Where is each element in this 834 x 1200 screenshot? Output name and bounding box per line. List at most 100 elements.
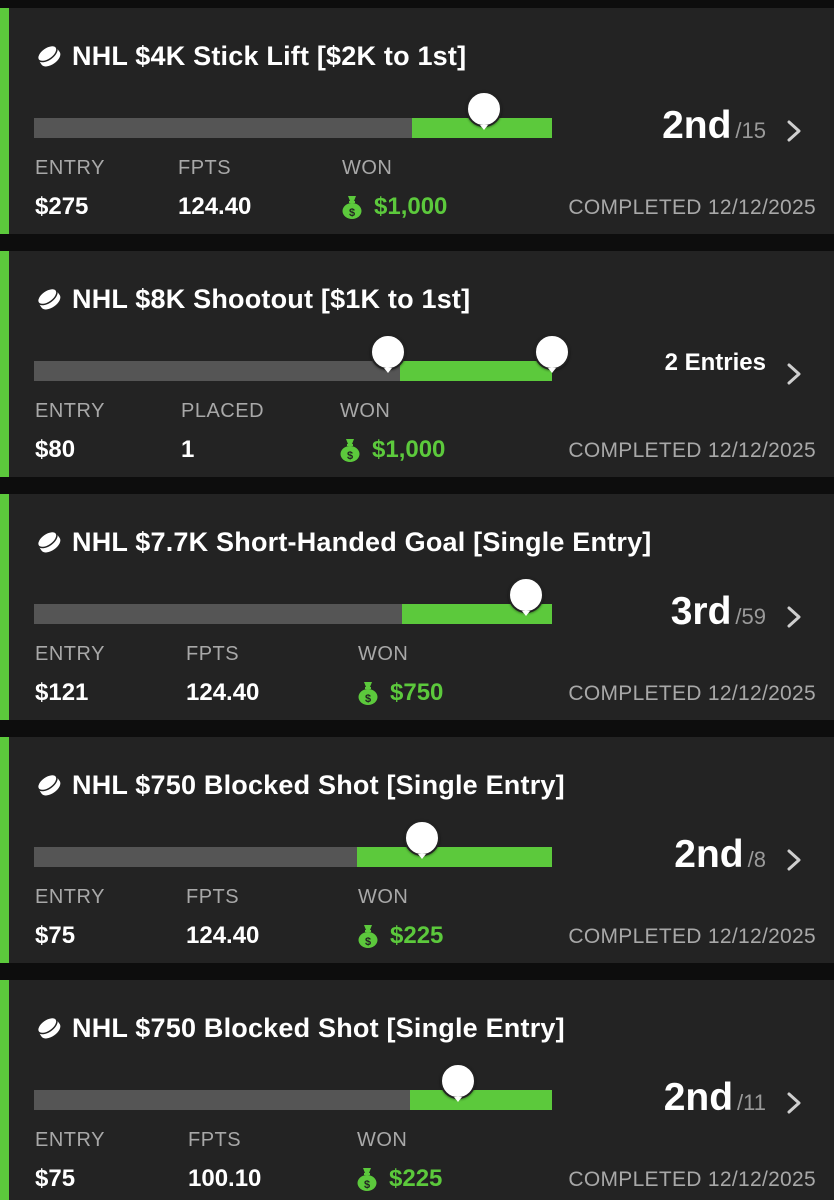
standings-progress-bar xyxy=(34,91,552,138)
fpts-value: 100.10 xyxy=(188,1165,262,1192)
contest-title: NHL $4K Stick Lift [$2K to 1st] xyxy=(72,40,467,71)
payout-zone xyxy=(400,361,552,381)
won-value-row: $ $750 xyxy=(358,679,443,707)
won-label: WON xyxy=(357,1129,408,1151)
won-stat: WON $ $1,000 xyxy=(340,400,445,464)
won-value: $750 xyxy=(390,679,444,706)
won-value: $225 xyxy=(390,922,444,949)
completed-date: COMPLETED 12/12/2025 xyxy=(568,682,816,705)
contest-card[interactable]: NHL $4K Stick Lift [$2K to 1st] 2nd /15 … xyxy=(0,8,834,234)
contest-title-row: NHL $750 Blocked Shot [Single Entry] xyxy=(36,1011,565,1045)
contest-title: NHL $750 Blocked Shot [Single Entry] xyxy=(72,1012,565,1043)
money-bag-icon: $ xyxy=(358,925,378,948)
entry-value: $275 xyxy=(35,193,89,220)
position-marker xyxy=(370,334,406,373)
fpts-label: FPTS xyxy=(188,1129,242,1151)
chevron-right-icon[interactable] xyxy=(786,119,802,143)
rank-place: 2nd xyxy=(674,833,744,876)
won-value: $225 xyxy=(389,1165,443,1192)
card-accent-bar xyxy=(0,494,9,720)
svg-text:$: $ xyxy=(365,693,371,705)
completed-date: COMPLETED 12/12/2025 xyxy=(568,439,816,462)
contest-title-row: NHL $8K Shootout [$1K to 1st] xyxy=(36,282,470,316)
rank-place: 3rd xyxy=(670,590,732,633)
fpts-value: 124.40 xyxy=(186,679,260,706)
contest-card[interactable]: NHL $750 Blocked Shot [Single Entry] 2nd… xyxy=(0,980,834,1200)
svg-text:$: $ xyxy=(364,1179,370,1191)
rank-display: 2nd /8 xyxy=(674,833,766,877)
completed-date: COMPLETED 12/12/2025 xyxy=(568,196,816,219)
won-value-row: $ $225 xyxy=(358,922,443,950)
won-label: WON xyxy=(342,157,393,179)
fpts-stat: FPTS 124.40 xyxy=(178,157,251,221)
card-accent-bar xyxy=(0,8,9,234)
money-bag-icon: $ xyxy=(342,196,362,219)
won-stat: WON $ $1,000 xyxy=(342,157,447,221)
chevron-right-icon[interactable] xyxy=(786,848,802,872)
money-bag-icon: $ xyxy=(340,439,360,462)
entry-stat: ENTRY $275 xyxy=(35,157,105,221)
entry-label: ENTRY xyxy=(35,1129,105,1151)
entry-stat: ENTRY $121 xyxy=(35,643,105,707)
position-marker xyxy=(440,1063,476,1102)
money-bag-icon: $ xyxy=(357,1168,377,1191)
entry-label: ENTRY xyxy=(35,157,105,179)
card-accent-bar xyxy=(0,980,9,1200)
contest-title: NHL $7.7K Short-Handed Goal [Single Entr… xyxy=(72,526,652,557)
entry-label: ENTRY xyxy=(35,643,105,665)
chevron-right-icon[interactable] xyxy=(786,1091,802,1115)
entry-value: $75 xyxy=(35,1165,76,1192)
payout-zone xyxy=(410,1090,552,1110)
fpts-label: FPTS xyxy=(186,886,240,908)
fpts-label: FPTS xyxy=(186,643,240,665)
standings-progress-bar xyxy=(34,334,570,381)
completed-date: COMPLETED 12/12/2025 xyxy=(568,1168,816,1191)
won-label: WON xyxy=(358,886,409,908)
rank-display: 2 Entries xyxy=(665,349,766,377)
rank-display: 2nd /15 xyxy=(662,104,766,148)
hockey-puck-icon xyxy=(36,44,61,67)
won-value-row: $ $1,000 xyxy=(342,193,447,221)
position-marker xyxy=(404,820,440,859)
entry-stat: ENTRY $80 xyxy=(35,400,105,464)
fpts-value: 124.40 xyxy=(186,922,260,949)
fpts-stat: FPTS 124.40 xyxy=(186,643,259,707)
payout-zone xyxy=(357,847,552,867)
contest-title-row: NHL $7.7K Short-Handed Goal [Single Entr… xyxy=(36,525,651,559)
contest-card[interactable]: NHL $8K Shootout [$1K to 1st] 2 Entries … xyxy=(0,251,834,477)
position-marker xyxy=(534,334,570,373)
standings-progress-bar xyxy=(34,820,552,867)
rank-total: /59 xyxy=(735,604,766,629)
chevron-right-icon[interactable] xyxy=(786,362,802,386)
contest-title: NHL $750 Blocked Shot [Single Entry] xyxy=(72,769,565,800)
hockey-puck-icon xyxy=(36,1016,61,1039)
won-value: $1,000 xyxy=(372,436,446,463)
won-label: WON xyxy=(340,400,391,422)
svg-text:$: $ xyxy=(365,936,371,948)
hockey-puck-icon xyxy=(36,530,61,553)
entry-value: $121 xyxy=(35,679,89,706)
contest-title: NHL $8K Shootout [$1K to 1st] xyxy=(72,283,471,314)
won-value-row: $ $1,000 xyxy=(340,436,445,464)
entries-count: 2 Entries xyxy=(664,349,766,376)
rank-total: /11 xyxy=(737,1090,766,1115)
svg-text:$: $ xyxy=(349,207,355,219)
fpts-label: FPTS xyxy=(178,157,232,179)
placed-stat: PLACED 1 xyxy=(181,400,264,464)
svg-text:$: $ xyxy=(347,450,353,462)
contest-card[interactable]: NHL $7.7K Short-Handed Goal [Single Entr… xyxy=(0,494,834,720)
won-label: WON xyxy=(358,643,409,665)
rank-total: /15 xyxy=(735,118,766,143)
position-marker xyxy=(466,91,502,130)
contest-title-row: NHL $4K Stick Lift [$2K to 1st] xyxy=(36,39,466,73)
won-stat: WON $ $225 xyxy=(357,1129,442,1193)
won-value-row: $ $225 xyxy=(357,1165,442,1193)
chevron-right-icon[interactable] xyxy=(786,605,802,629)
rank-place: 2nd xyxy=(663,1076,734,1119)
rank-place: 2nd xyxy=(662,104,732,147)
entry-value: $80 xyxy=(35,436,76,463)
entry-stat: ENTRY $75 xyxy=(35,886,105,950)
contest-card[interactable]: NHL $750 Blocked Shot [Single Entry] 2nd… xyxy=(0,737,834,963)
standings-progress-bar xyxy=(34,1063,552,1110)
won-stat: WON $ $225 xyxy=(358,886,443,950)
